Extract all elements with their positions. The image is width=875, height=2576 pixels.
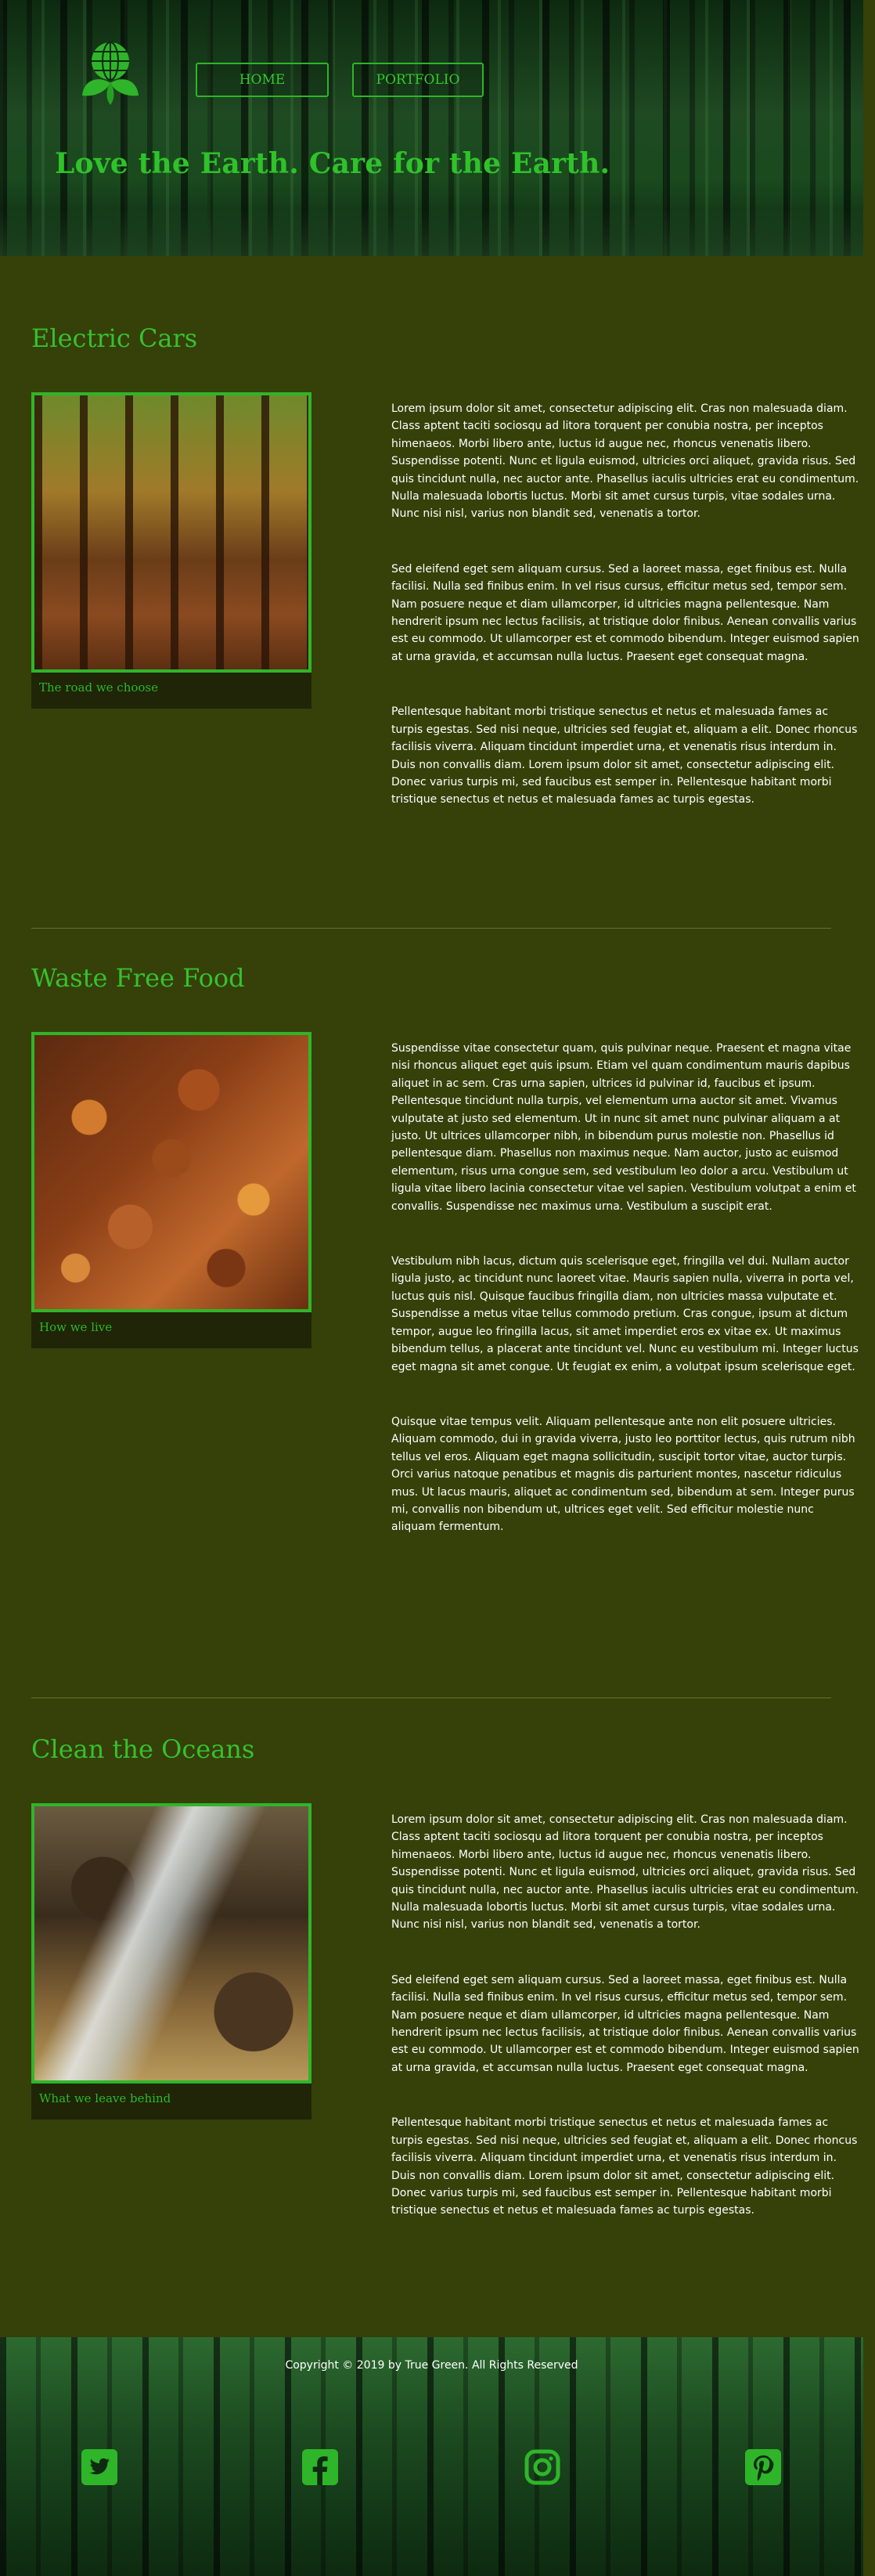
section-text: Suspendisse vitae consectetur quam, quis… [391,1040,861,1574]
waterfall-image [31,1803,311,2084]
instagram-icon[interactable] [524,2449,560,2485]
autumn-leaves-image [31,1032,311,1312]
photo-card: How we live [31,1032,311,1348]
section-divider [31,928,831,929]
section-title: Electric Cars [31,323,198,353]
facebook-icon[interactable] [302,2449,338,2485]
section-divider [31,1697,831,1698]
page-footer: Copyright © 2019 by True Green. All Righ… [0,2337,863,2576]
nav-home-button[interactable]: HOME [196,63,329,97]
photo-card: What we leave behind [31,1803,311,2120]
paragraph: Vestibulum nibh lacus, dictum quis scele… [391,1255,859,1373]
paragraph: Sed eleifend eget sem aliquam cursus. Se… [391,562,859,663]
hero-tagline: Love the Earth. Care for the Earth. [55,147,610,180]
paragraph: Sed eleifend eget sem aliquam cursus. Se… [391,1973,859,2074]
paragraph: Suspendisse vitae consectetur quam, quis… [391,1042,856,1213]
section-title: Clean the Oceans [31,1734,255,1764]
globe-leaf-logo-icon[interactable] [74,36,146,108]
photo-caption: What we leave behind [39,2091,171,2105]
photo-caption: The road we choose [39,680,159,695]
section-title: Waste Free Food [31,963,245,993]
paragraph: Quisque vitae tempus velit. Aliquam pell… [391,1415,855,1534]
copyright-text: Copyright © 2019 by True Green. All Righ… [285,2359,578,2372]
paragraph: Pellentesque habitant morbi tristique se… [391,2116,858,2217]
hero-header: HOME PORTFOLIO Love the Earth. Care for … [0,0,863,256]
twitter-icon[interactable] [81,2449,117,2485]
forest-path-image [31,392,311,673]
paragraph: Pellentesque habitant morbi tristique se… [391,705,858,806]
nav-portfolio-button[interactable]: PORTFOLIO [352,63,484,97]
pinterest-icon[interactable] [745,2449,781,2485]
paragraph: Lorem ipsum dolor sit amet, consectetur … [391,1813,859,1932]
section-text: Lorem ipsum dolor sit amet, consectetur … [391,1811,861,2257]
section-text: Lorem ipsum dolor sit amet, consectetur … [391,400,861,846]
photo-caption: How we live [39,1320,113,1334]
photo-card: The road we choose [31,392,311,709]
paragraph: Lorem ipsum dolor sit amet, consectetur … [391,402,859,521]
